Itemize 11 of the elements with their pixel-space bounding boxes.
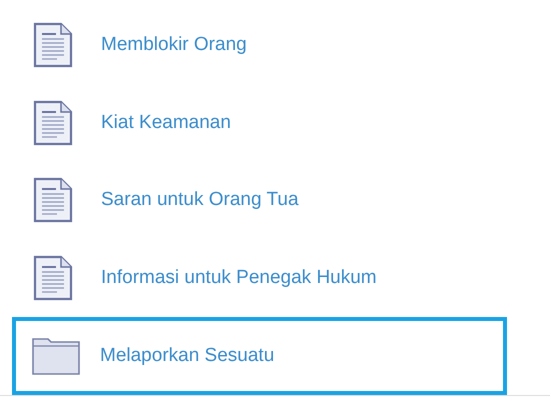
- list-item-link[interactable]: Saran untuk Orang Tua: [101, 189, 299, 212]
- list-item-link[interactable]: Memblokir Orang: [101, 34, 247, 56]
- document-icon: [33, 255, 73, 302]
- list-item-link[interactable]: Informasi untuk Penegak Hukum: [101, 267, 377, 290]
- folder-icon: [32, 337, 80, 376]
- list-item-link[interactable]: Melaporkan Sesuatu: [100, 345, 274, 368]
- document-icon: [33, 22, 73, 68]
- selected-list-row[interactable]: Melaporkan Sesuatu: [12, 317, 507, 395]
- list-item-link[interactable]: Kiat Keamanan: [101, 112, 231, 134]
- document-icon: [33, 100, 73, 146]
- document-icon: [33, 177, 73, 224]
